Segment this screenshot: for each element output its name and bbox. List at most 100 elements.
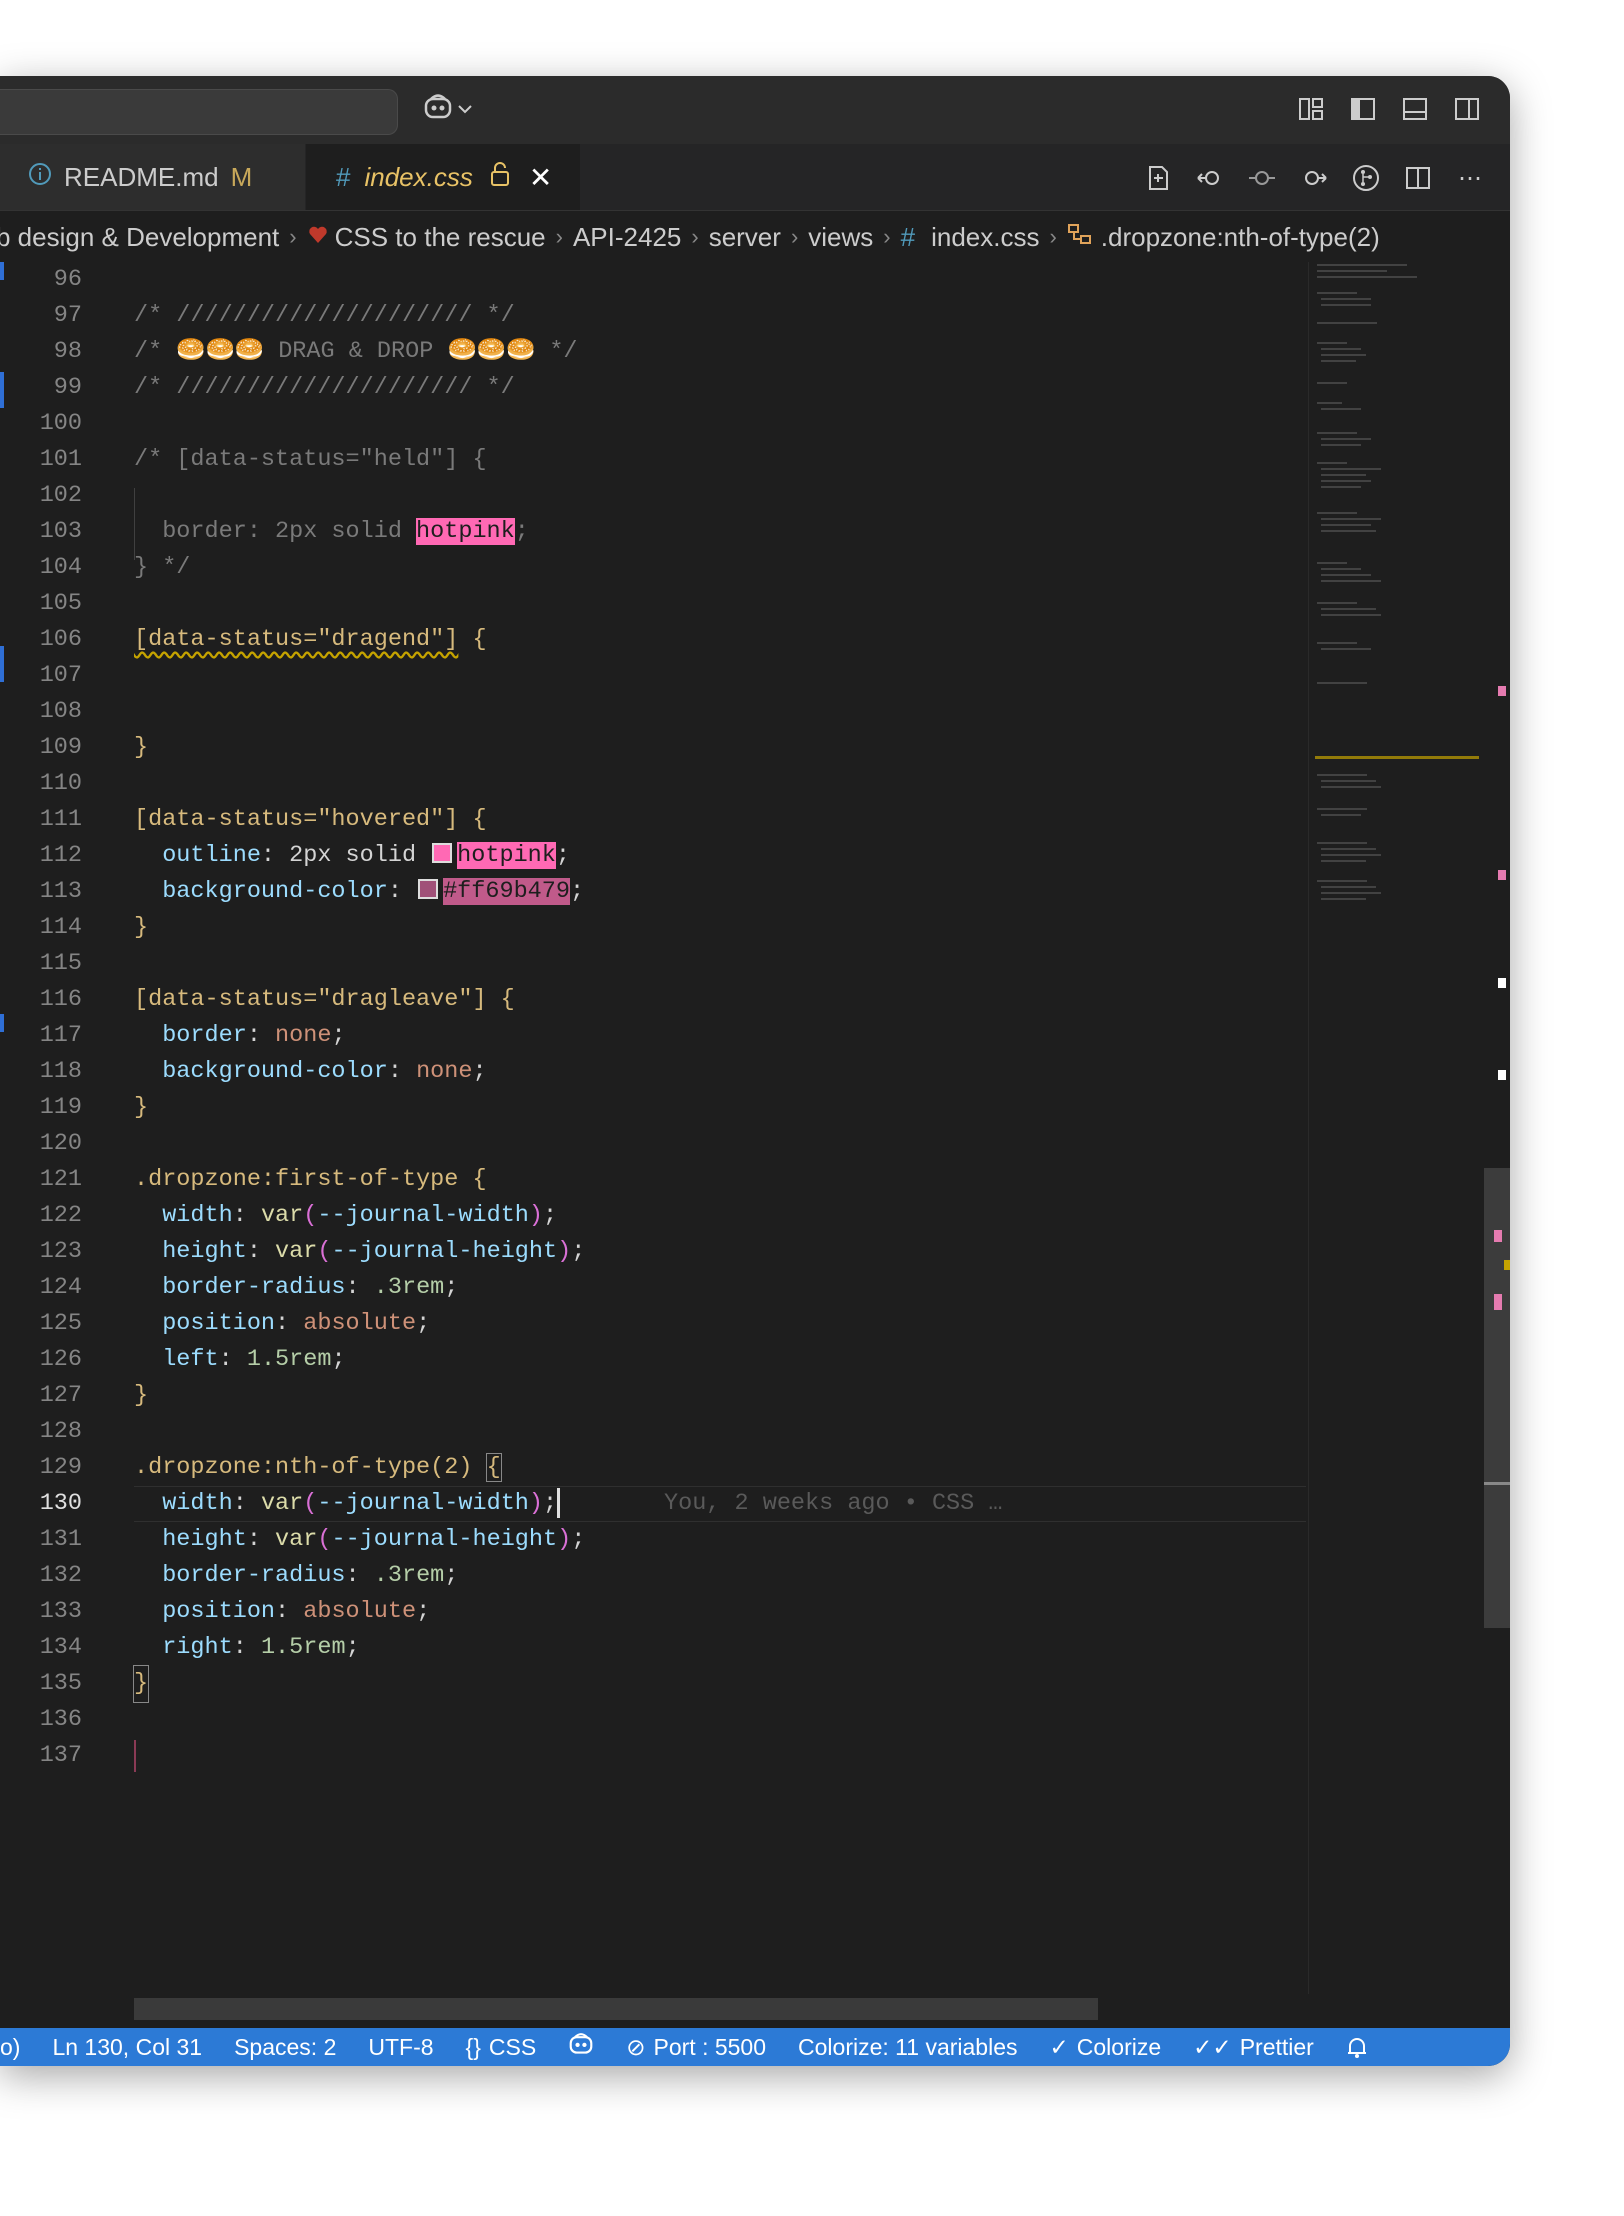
code-token: ;	[514, 518, 529, 545]
css-value: 1.5rem	[246, 1346, 332, 1373]
color-swatch[interactable]	[432, 842, 453, 863]
css-selector: .dropzone:nth-of-type(2)	[134, 1454, 473, 1481]
toggle-panel-icon[interactable]	[1400, 94, 1430, 124]
code-line: 123 height: var(--journal-height);	[0, 1234, 1306, 1270]
status-fragment[interactable]: o)	[0, 2034, 20, 2061]
cursor-position[interactable]: Ln 130, Col 31	[52, 2034, 202, 2061]
line-number: 96	[53, 266, 82, 293]
css-variable: --journal-width	[317, 1202, 529, 1229]
breadcrumb-item[interactable]: views	[808, 222, 873, 253]
code-text: border: none;	[134, 1018, 345, 1054]
previous-change-icon[interactable]	[1194, 162, 1226, 194]
line-number: 113	[39, 878, 82, 905]
language-mode[interactable]: {} CSS	[466, 2034, 537, 2061]
colorize-variables-status[interactable]: Colorize: 11 variables	[798, 2034, 1017, 2061]
line-number: 104	[39, 554, 82, 581]
overview-ruler-marker	[1498, 1070, 1506, 1080]
split-editor-icon[interactable]	[1402, 162, 1434, 194]
code-editor[interactable]: 96 97 /* ///////////////////// */ 98 /* 🥯🥯…	[0, 262, 1306, 1994]
vertical-scrollbar-thumb[interactable]	[1484, 1168, 1510, 1628]
line-number: 133	[39, 1598, 82, 1625]
encoding-status[interactable]: UTF-8	[368, 2034, 433, 2061]
customize-layout-icon[interactable]	[1296, 94, 1326, 124]
prettier-status[interactable]: ✓✓ Prettier	[1193, 2034, 1314, 2061]
line-number: 130	[39, 1490, 82, 1517]
code-token: {	[458, 806, 487, 833]
breadcrumb-item[interactable]: b design & Development	[0, 222, 279, 253]
css-variable: --journal-height	[331, 1526, 558, 1553]
line-number: 128	[39, 1418, 82, 1445]
code-line: 134 right: 1.5rem;	[0, 1630, 1306, 1666]
code-token: {	[486, 986, 515, 1013]
breadcrumb-item[interactable]: CSS to the rescue	[335, 222, 546, 253]
line-number: 137	[39, 1742, 82, 1769]
command-center-search[interactable]	[0, 89, 398, 135]
lock-icon	[489, 161, 511, 194]
css-function: var	[260, 1202, 304, 1229]
colorize-toggle[interactable]: ✓ Colorize	[1050, 2034, 1162, 2061]
css-selector: [data-status="hovered"]	[134, 806, 459, 833]
code-text: }	[134, 734, 149, 761]
code-line: 98 /* 🥯🥯🥯 DRAG & DROP 🥯🥯🥯 */	[0, 334, 1306, 370]
css-value: absolute	[303, 1310, 417, 1337]
bagel-emoji: 🥯🥯🥯	[447, 338, 536, 365]
breadcrumb-item[interactable]: index.css	[931, 222, 1039, 253]
minimap[interactable]	[1308, 262, 1489, 1994]
toggle-primary-sidebar-icon[interactable]	[1348, 94, 1378, 124]
css-property: border	[134, 1022, 247, 1049]
breadcrumb-item[interactable]: server	[709, 222, 781, 253]
line-number: 100	[39, 410, 82, 437]
code-text: .dropzone:nth-of-type(2) {	[134, 1450, 502, 1486]
css-property: width	[134, 1202, 233, 1229]
css-function: var	[260, 1490, 304, 1517]
indentation-status[interactable]: Spaces: 2	[234, 2034, 336, 2061]
live-server-port[interactable]: ⊘ Port : 5500	[626, 2034, 766, 2061]
notifications-bell-icon[interactable]	[1346, 2035, 1368, 2059]
line-number: 110	[39, 770, 82, 797]
code-text: [data-status="hovered"] {	[134, 802, 487, 838]
code-token: :	[387, 878, 417, 905]
code-text: /* ///////////////////// */	[134, 302, 515, 329]
open-changes-icon[interactable]	[1142, 162, 1174, 194]
git-timeline-icon[interactable]	[1350, 162, 1382, 194]
code-line: 131 height: var(--journal-height);	[0, 1522, 1306, 1558]
close-icon[interactable]: ✕	[529, 161, 552, 194]
tab-readme[interactable]: README.md M	[0, 144, 305, 210]
code-line: 97 /* ///////////////////// */	[0, 298, 1306, 334]
more-actions-icon[interactable]: ⋯	[1454, 162, 1486, 194]
css-property: width	[134, 1490, 233, 1517]
line-number: 129	[39, 1454, 82, 1481]
color-swatch[interactable]	[418, 878, 439, 899]
css-property: outline	[134, 842, 261, 869]
line-number: 107	[39, 662, 82, 689]
code-text: right: 1.5rem;	[134, 1634, 360, 1661]
code-line: 111 [data-status="hovered"] {	[0, 802, 1306, 838]
code-text: .dropzone:first-of-type {	[134, 1162, 487, 1198]
overview-ruler-marker	[1498, 870, 1506, 880]
copilot-menu-button[interactable]	[423, 92, 483, 128]
line-number: 126	[39, 1346, 82, 1373]
code-text: height: var(--journal-height);	[134, 1526, 586, 1553]
tab-index-css[interactable]: # index.css ✕	[306, 144, 580, 210]
toggle-secondary-sidebar-icon[interactable]	[1452, 94, 1482, 124]
breadcrumb-item[interactable]: API-2425	[573, 222, 681, 253]
commit-icon[interactable]	[1246, 162, 1278, 194]
copilot-status[interactable]	[568, 2032, 594, 2062]
code-text: } */	[134, 554, 191, 581]
code-text: border-radius: .3rem;	[134, 1562, 459, 1589]
code-token: :	[387, 1058, 417, 1085]
symbol-class-icon	[1067, 222, 1093, 253]
line-number: 127	[39, 1382, 82, 1409]
line-number: 132	[39, 1562, 82, 1589]
css-property: border-radius	[134, 1562, 346, 1589]
css-property: position	[134, 1598, 276, 1625]
code-line: 120	[0, 1126, 1306, 1162]
code-line: 135}	[0, 1665, 1306, 1703]
vertical-scrollbar-track[interactable]	[1488, 262, 1510, 1994]
next-change-icon[interactable]	[1298, 162, 1330, 194]
breadcrumb-item[interactable]: .dropzone:nth-of-type(2)	[1101, 222, 1380, 253]
horizontal-scrollbar[interactable]	[134, 1998, 1098, 2020]
code-line: 108	[0, 694, 1306, 730]
code-text: border-radius: .3rem;	[134, 1274, 459, 1301]
code-token: /*	[134, 338, 177, 365]
